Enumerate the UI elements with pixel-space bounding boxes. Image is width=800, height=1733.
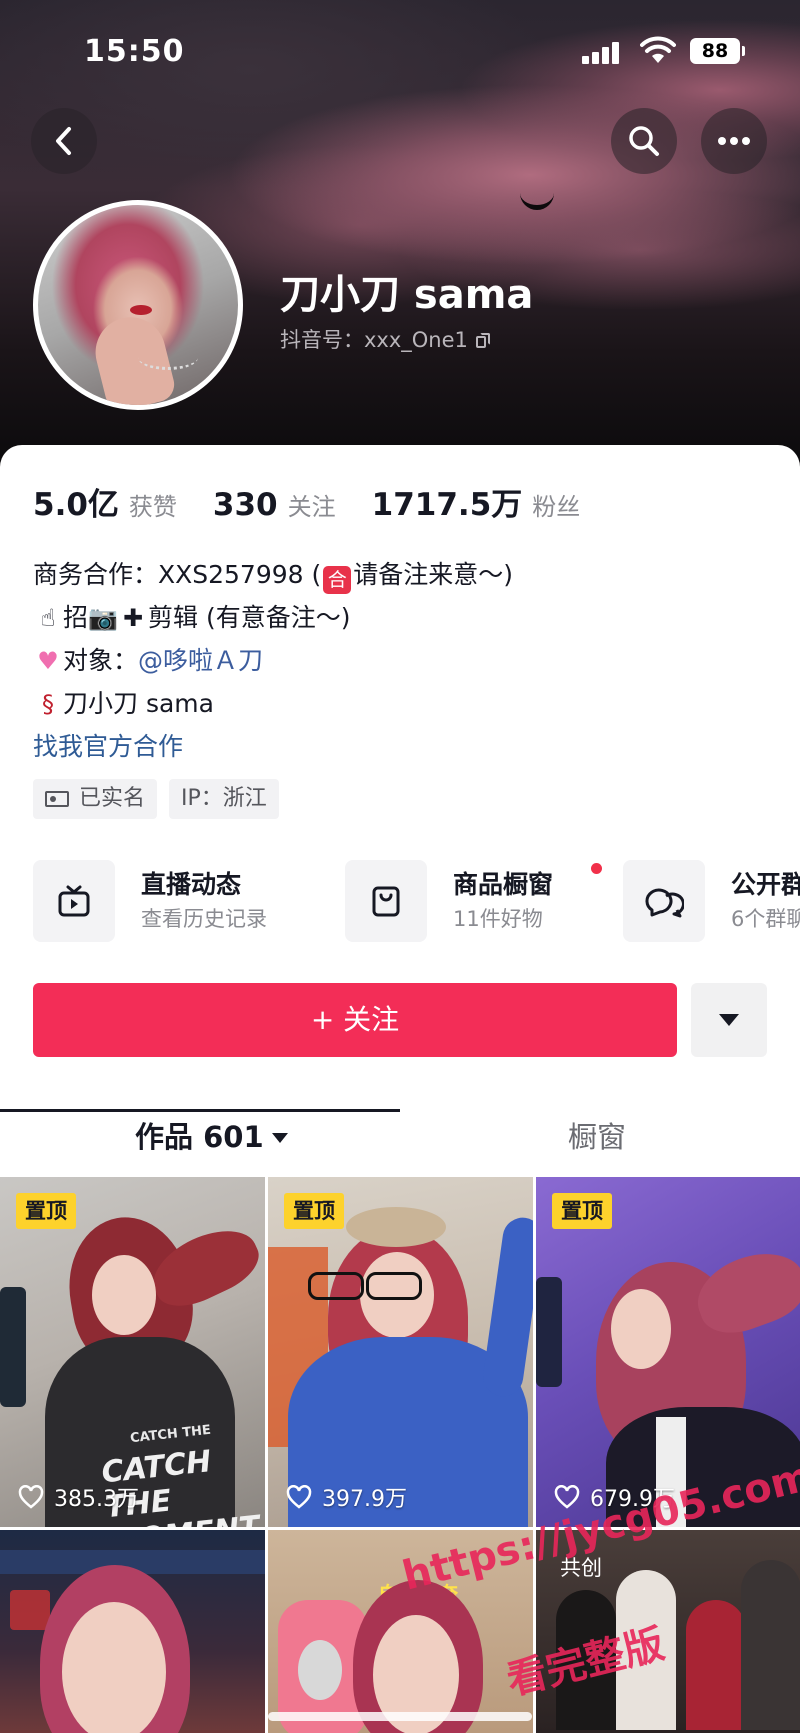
profile-tags: 已实名 IP：浙江	[33, 779, 291, 819]
feature-subtitle: 11件好物	[453, 907, 543, 931]
back-arrow-icon	[56, 127, 71, 155]
tag-text: IP：浙江	[181, 786, 267, 811]
profile-cover: 15:50 88 刀小刀 sama 抖音号：xxx_One1	[0, 0, 800, 470]
video-thumbnail[interactable]	[0, 1530, 265, 1733]
feature-title: 商品橱窗	[453, 870, 554, 899]
battery-indicator: 88	[690, 38, 745, 64]
id-card-icon	[45, 791, 69, 807]
wifi-icon	[640, 36, 676, 63]
stat-following[interactable]: 330 关注	[213, 487, 336, 523]
like-count-text: 385.3万	[54, 1487, 139, 1512]
tag-text: 已实名	[79, 786, 146, 811]
tv-icon	[33, 860, 115, 942]
recommend-toggle-button[interactable]	[691, 983, 767, 1057]
bio-text: 商务合作：XXS257998 (	[33, 560, 322, 589]
follow-button[interactable]: + 关注	[33, 983, 677, 1057]
douyin-id-text: 抖音号：xxx_One1	[280, 328, 468, 352]
feature-title: 直播动态	[141, 870, 242, 899]
pinned-badge: 置顶	[284, 1193, 344, 1229]
search-icon	[629, 126, 659, 156]
like-count: 385.3万	[18, 1481, 139, 1513]
stat-value: 330	[212, 487, 278, 523]
profile-bio: 商务合作：XXS257998 (合请备注来意～) ☝ 招📷 ✚ 剪辑 (有意备注～) …	[33, 553, 513, 768]
bio-line-partner: ♥ 对象：@哆啦Ａ刀	[33, 639, 513, 682]
stat-value: 5.0亿	[33, 487, 119, 523]
notification-dot	[591, 863, 602, 874]
chat-bubbles-icon	[623, 860, 705, 942]
feature-live-history[interactable]: 直播动态 查看历史记录	[33, 859, 267, 943]
triangle-down-icon	[719, 1014, 739, 1026]
chevron-down-icon	[271, 1133, 288, 1143]
bio-line-business: 商务合作：XXS257998 (合请备注来意～)	[33, 553, 513, 596]
feature-subtitle: 6个群聊	[731, 907, 800, 931]
feature-shop-window[interactable]: 商品橱窗 11件好物	[345, 859, 602, 943]
active-tab-indicator	[0, 1109, 400, 1112]
bio-text: 请备注来意～)	[353, 560, 514, 589]
tab-shop-window[interactable]: 橱窗	[568, 1107, 626, 1167]
ip-location-tag: IP：浙江	[169, 779, 279, 819]
feature-shortcuts: 直播动态 查看历史记录 商品橱窗 11件好物 公开群 6个群聊	[33, 859, 800, 943]
heart-icon	[286, 1485, 312, 1509]
ellipsis-icon	[718, 137, 750, 145]
pinned-badge: 置顶	[16, 1193, 76, 1229]
camera-flash-icon: 📷	[88, 604, 118, 632]
he-emoji-icon: 合	[323, 566, 352, 594]
profile-stats: 5.0亿 获赞 330 关注 1717.5万 粉丝	[33, 479, 616, 524]
stat-followers[interactable]: 1717.5万 粉丝	[372, 479, 581, 524]
like-count: 397.9万	[286, 1481, 407, 1513]
home-indicator[interactable]	[268, 1712, 532, 1721]
stat-label: 关注	[287, 493, 336, 521]
heart-icon	[554, 1485, 580, 1509]
bio-text: 剪辑 (有意备注～)	[148, 603, 351, 632]
heart-icon	[18, 1485, 44, 1509]
official-cooperation-link[interactable]: 找我官方合作	[33, 725, 513, 768]
tab-label: 作品 601	[135, 1120, 264, 1154]
bio-line-recruit: ☝ 招📷 ✚ 剪辑 (有意备注～)	[33, 596, 513, 639]
verified-tag: 已实名	[33, 779, 158, 819]
video-thumbnail[interactable]: CATCH THE CATCH THE MOMENT 置顶 385.3万	[0, 1177, 265, 1527]
feature-public-groups[interactable]: 公开群 6个群聊	[623, 859, 800, 943]
tab-works[interactable]: 作品 601	[135, 1107, 288, 1167]
like-count-text: 397.9万	[322, 1487, 407, 1512]
content-tabs: 作品 601 橱窗	[0, 1107, 800, 1175]
stat-label: 获赞	[128, 493, 177, 521]
bio-text: 刀小刀 sama	[63, 689, 214, 718]
profile-nickname: 刀小刀 sama	[280, 272, 534, 318]
avatar[interactable]	[33, 200, 243, 410]
status-time: 15:50	[84, 34, 185, 69]
stat-likes: 5.0亿 获赞	[33, 479, 177, 524]
pink-heart-icon: ♥	[37, 647, 59, 675]
mention-link[interactable]: @哆啦Ａ刀	[138, 646, 263, 675]
copy-icon[interactable]	[475, 333, 490, 349]
cellular-signal-icon	[582, 42, 622, 64]
pointing-up-icon: ☝	[40, 604, 56, 632]
bio-text: 对象：	[63, 646, 139, 675]
back-button[interactable]	[31, 108, 97, 174]
feature-title: 公开群	[731, 870, 800, 899]
pinned-badge: 置顶	[552, 1193, 612, 1229]
stat-label: 粉丝	[532, 493, 581, 521]
video-grid: CATCH THE CATCH THE MOMENT 置顶 385.3万 置顶 …	[0, 1177, 800, 1733]
douyin-id[interactable]: 抖音号：xxx_One1	[280, 324, 490, 354]
search-button[interactable]	[611, 108, 677, 174]
bio-text: 招	[63, 603, 89, 632]
video-thumbnail[interactable]: 置顶 397.9万	[268, 1177, 533, 1527]
plus-icon: ✚	[122, 604, 144, 632]
moon-decoration	[520, 190, 556, 214]
bio-line-name: § 刀小刀 sama	[33, 682, 513, 725]
stat-value: 1717.5万	[371, 487, 523, 523]
feature-subtitle: 查看历史记录	[141, 907, 267, 931]
more-options-button[interactable]	[701, 108, 767, 174]
scarf-icon: §	[42, 690, 54, 718]
shopping-bag-icon	[345, 860, 427, 942]
